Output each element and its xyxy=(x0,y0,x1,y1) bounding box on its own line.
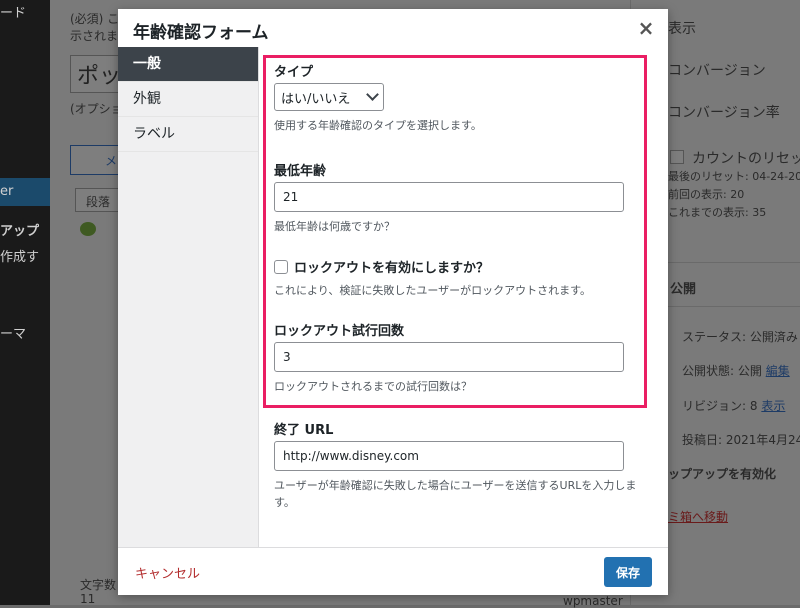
last-reset: 最後のリセット: 04-24-20 xyxy=(668,170,800,183)
plugin-icon[interactable] xyxy=(80,222,96,236)
add-media-button[interactable]: メ xyxy=(70,145,122,175)
sidebar-item-active-label: er xyxy=(0,184,14,199)
reset-count-checkbox[interactable] xyxy=(670,150,684,164)
previous-display: 前回の表示: 20 xyxy=(668,188,745,201)
lockout-label[interactable]: ロックアウトを有効にしますか？ xyxy=(294,257,489,276)
reset-count-label: カウントのリセッ xyxy=(692,151,800,167)
tab-appearance[interactable]: 外観 xyxy=(118,82,258,117)
field-min-age: 最低年齢 最低年齢は何歳ですか？ xyxy=(274,160,654,234)
visibility-row: 公開状態: 公開 編集 xyxy=(682,362,790,379)
publish-heading: 公開 xyxy=(670,282,697,297)
field-lockout-attempts: ロックアウト試行回数 ロックアウトされるまでの試行回数は？ xyxy=(274,320,654,394)
modal-footer: キャンセル 保存 xyxy=(118,547,668,595)
cancel-link[interactable]: キャンセル xyxy=(135,563,200,582)
save-button[interactable]: 保存 xyxy=(604,557,652,587)
modal-title: 年齢確認フォーム xyxy=(133,23,269,43)
close-icon[interactable]: × xyxy=(634,16,658,40)
revision-view-link[interactable]: 表示 xyxy=(761,399,785,413)
field-type: タイプ はい/いいえ 使用する年齢確認のタイプを選択します。 xyxy=(274,61,654,133)
field-lockout: ロックアウトを有効にしますか？ これにより、検証に失敗したユーザーがロックアウト… xyxy=(274,257,654,298)
lockout-attempts-input[interactable] xyxy=(274,342,624,372)
required-note-2: 示されま xyxy=(70,29,119,43)
enable-popup-label: ップアップを有効化 xyxy=(668,467,777,481)
type-select[interactable]: はい/いいえ xyxy=(274,83,384,111)
conversion-rate-label: コンバージョン率 xyxy=(668,105,780,121)
paragraph-dropdown[interactable]: 段落 xyxy=(75,188,122,212)
modal-header: 年齢確認フォーム × xyxy=(118,9,668,47)
post-date: 投稿日: 2021年4月24 xyxy=(682,433,800,447)
sidebar-item-create[interactable]: 作成す xyxy=(0,246,39,265)
field-end-url: 終了 URL ユーザーが年齢確認に失敗した場合にユーザーを送信するURLを入力し… xyxy=(274,419,654,511)
total-display: これまでの表示: 35 xyxy=(668,206,767,219)
chevron-down-icon xyxy=(366,88,379,101)
panel-divider xyxy=(660,262,800,263)
type-select-value: はい/いいえ xyxy=(281,92,351,107)
type-help: 使用する年齢確認のタイプを選択します。 xyxy=(274,119,482,132)
sidebar-item-popup[interactable]: アップ xyxy=(0,220,39,239)
modal-tab-nav: 一般 外観 ラベル xyxy=(118,47,259,547)
lockout-help: これにより、検証に失敗したユーザーがロックアウトされます。 xyxy=(274,284,592,297)
display-label: 表示 xyxy=(668,21,696,37)
sidebar-item-theme[interactable]: ーマ xyxy=(0,323,26,342)
sidebar-text-top: ード xyxy=(0,6,27,21)
min-age-input[interactable] xyxy=(274,182,624,212)
lockout-attempts-label: ロックアウト試行回数 xyxy=(274,324,405,339)
end-url-label: 終了 URL xyxy=(274,423,334,438)
panel-divider-2 xyxy=(660,306,800,307)
revision-text: リビジョン: 8 xyxy=(682,399,758,413)
optional-note: (オプショ xyxy=(70,102,123,116)
lockout-checkbox[interactable] xyxy=(274,259,288,274)
tab-labels[interactable]: ラベル xyxy=(118,117,258,152)
conversion-label: コンバージョン xyxy=(668,63,766,79)
title-input[interactable]: ポッ xyxy=(70,55,122,93)
required-note: (必須) こ xyxy=(70,12,120,26)
revision-row: リビジョン: 8 表示 xyxy=(682,397,785,414)
visibility-edit-link[interactable]: 編集 xyxy=(766,364,790,378)
end-url-help: ユーザーが年齢確認に失敗した場合にユーザーを送信するURLを入力します。 xyxy=(274,479,637,509)
visibility-text: 公開状態: 公開 xyxy=(682,364,762,378)
word-count-label: 文字数 xyxy=(80,578,117,592)
lockout-row: ロックアウトを有効にしますか？ xyxy=(274,257,654,276)
author-name: wpmaster xyxy=(563,594,623,608)
min-age-label: 最低年齢 xyxy=(274,164,327,179)
lockout-attempts-help: ロックアウトされるまでの試行回数は？ xyxy=(274,380,472,393)
word-count-value: 11 xyxy=(80,592,96,606)
trash-link[interactable]: ミ箱へ移動 xyxy=(668,508,728,525)
status-text: ステータス: 公開済み xyxy=(682,330,798,344)
min-age-help: 最低年齢は何歳ですか？ xyxy=(274,220,395,233)
admin-sidebar: ード er アップ 作成す ーマ xyxy=(0,0,50,605)
type-label: タイプ xyxy=(274,65,314,80)
end-url-input[interactable] xyxy=(274,441,624,471)
tab-general[interactable]: 一般 xyxy=(118,47,258,82)
